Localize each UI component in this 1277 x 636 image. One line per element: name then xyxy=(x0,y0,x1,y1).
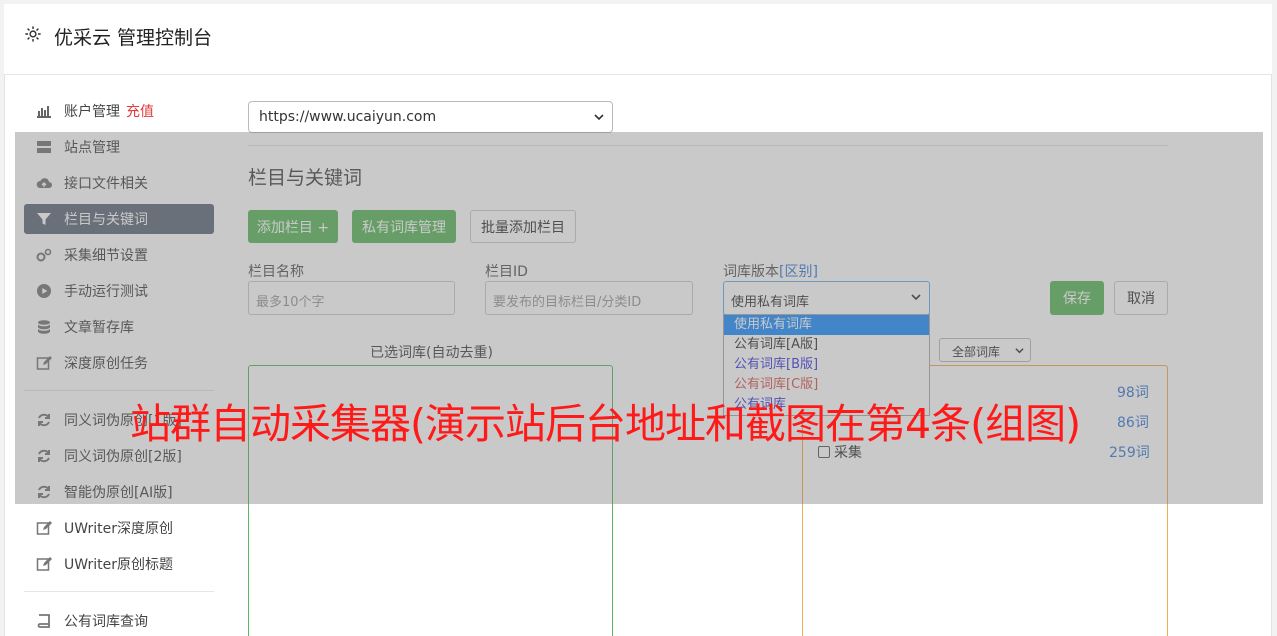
chevron-down-icon xyxy=(594,114,604,121)
edit-icon xyxy=(36,521,52,535)
watermark-banner: 站群自动采集器(演示站后台地址和截图在第4条(组图) xyxy=(130,400,1081,448)
sidebar-item-label: 站点管理 xyxy=(64,140,120,156)
bar-chart-icon xyxy=(37,106,51,118)
sidebar: 账户管理 充值 站点管理 接口文件相关 栏目与关键词 采集细节设置 手动运行测试… xyxy=(24,96,214,636)
sidebar-item-label: 公有词库查询 xyxy=(64,614,148,630)
dropdown-option[interactable]: 公有词库[A版] xyxy=(724,335,929,355)
gear-icon xyxy=(25,26,41,42)
sidebar-item-sites[interactable]: 站点管理 xyxy=(24,132,214,162)
sidebar-item-label: 采集细节设置 xyxy=(64,248,148,264)
book-icon xyxy=(37,614,50,628)
refresh-icon xyxy=(38,485,50,499)
difference-link[interactable]: [区别] xyxy=(779,264,818,280)
library-version-value: 使用私有词库 xyxy=(731,295,810,310)
sidebar-item-label: 智能伪原创[AI版] xyxy=(64,485,173,501)
private-library-button[interactable]: 私有词库管理 xyxy=(352,210,456,243)
chevron-down-icon xyxy=(1015,348,1024,354)
library-count: 86词 xyxy=(1117,415,1149,431)
gears-icon xyxy=(36,248,52,262)
dropdown-option[interactable]: 公有词库[B版] xyxy=(724,355,929,375)
library-filter-value: 全部词库 xyxy=(952,345,1001,359)
sidebar-divider xyxy=(24,591,214,592)
filter-icon xyxy=(37,213,51,225)
refresh-icon xyxy=(38,449,50,463)
refresh-icon xyxy=(38,413,50,427)
server-icon xyxy=(37,141,51,153)
header: 优采云 管理控制台 xyxy=(4,4,1272,75)
column-name-label: 栏目名称 xyxy=(248,264,304,280)
batch-add-button[interactable]: 批量添加栏目 xyxy=(470,210,576,243)
library-filter-select[interactable]: 全部词库 xyxy=(939,338,1031,362)
edit-icon xyxy=(36,356,52,370)
site-select[interactable]: https://www.ucaiyun.com xyxy=(248,101,613,133)
page-title: 优采云 管理控制台 xyxy=(54,27,213,49)
database-icon xyxy=(38,320,50,334)
sidebar-item-account[interactable]: 账户管理 充值 xyxy=(24,96,214,126)
add-column-button[interactable]: 添加栏目 + xyxy=(248,210,338,243)
sidebar-item-manual-run[interactable]: 手动运行测试 xyxy=(24,276,214,306)
chevron-down-icon xyxy=(911,294,921,301)
column-name-input[interactable]: 最多10个字 xyxy=(248,281,455,315)
sidebar-item-label: 手动运行测试 xyxy=(64,284,148,300)
section-title: 栏目与关键词 xyxy=(248,167,363,189)
sidebar-item-deep-original[interactable]: 深度原创任务 xyxy=(24,348,214,378)
sidebar-item-label: 栏目与关键词 xyxy=(64,212,148,228)
sidebar-item-uwriter-deep[interactable]: UWriter深度原创 xyxy=(24,513,214,543)
edit-icon xyxy=(36,557,52,571)
dropdown-option[interactable]: 使用私有词库 xyxy=(724,315,929,335)
library-version-select[interactable]: 使用私有词库 xyxy=(723,281,930,315)
sidebar-item-label: UWriter深度原创 xyxy=(64,521,173,537)
sidebar-item-columns[interactable]: 栏目与关键词 xyxy=(24,204,214,234)
cloud-upload-icon xyxy=(36,178,52,188)
site-select-value: https://www.ucaiyun.com xyxy=(259,109,437,125)
sidebar-item-ai-rewrite[interactable]: 智能伪原创[AI版] xyxy=(24,477,214,507)
library-version-label: 词库版本[区别] xyxy=(723,261,818,281)
sidebar-item-collect-settings[interactable]: 采集细节设置 xyxy=(24,240,214,270)
library-version-text: 词库版本 xyxy=(723,264,779,280)
play-icon xyxy=(37,284,51,298)
column-id-label: 栏目ID xyxy=(485,264,528,280)
sidebar-item-public-library[interactable]: 公有词库查询 xyxy=(24,606,214,636)
section-divider xyxy=(248,145,1168,146)
sidebar-item-article-store[interactable]: 文章暂存库 xyxy=(24,312,214,342)
save-button[interactable]: 保存 xyxy=(1050,281,1104,315)
sidebar-item-uwriter-title[interactable]: UWriter原创标题 xyxy=(24,549,214,579)
sidebar-item-label: 接口文件相关 xyxy=(64,176,148,192)
recharge-link[interactable]: 充值 xyxy=(126,101,154,121)
selected-libraries-title: 已选词库(自动去重) xyxy=(370,345,493,361)
sidebar-item-label: UWriter原创标题 xyxy=(64,557,173,573)
cancel-button[interactable]: 取消 xyxy=(1114,281,1168,315)
column-id-input[interactable]: 要发布的目标栏目/分类ID xyxy=(485,281,693,315)
sidebar-item-interface[interactable]: 接口文件相关 xyxy=(24,168,214,198)
library-count: 259词 xyxy=(1109,445,1150,461)
sidebar-item-label: 账户管理 xyxy=(64,104,120,120)
sidebar-item-label: 深度原创任务 xyxy=(64,356,148,372)
library-count: 98词 xyxy=(1117,385,1149,401)
sidebar-item-label: 文章暂存库 xyxy=(64,320,134,336)
